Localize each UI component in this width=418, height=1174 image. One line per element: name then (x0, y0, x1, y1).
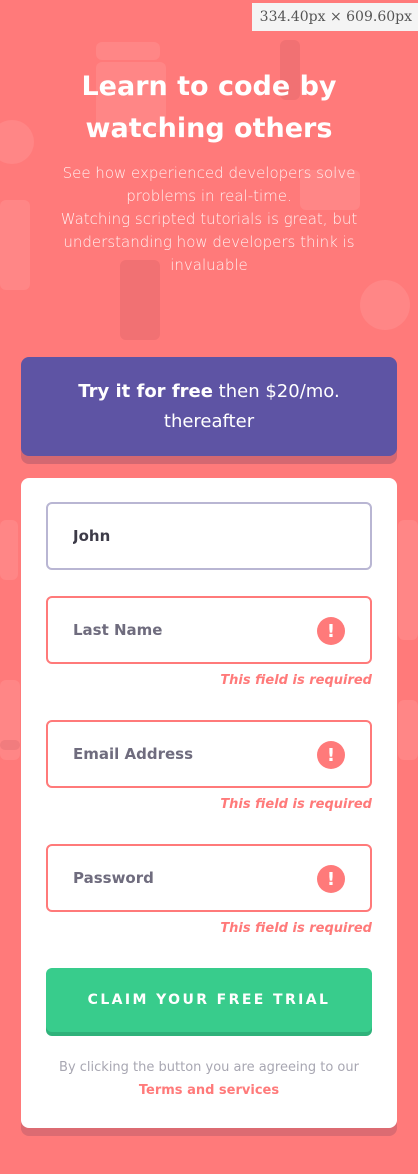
promo-bold-text: Try it for free (78, 380, 213, 402)
error-icon: ! (317, 865, 345, 893)
hero-section: Learn to code by watching others See how… (0, 66, 418, 277)
last-name-error: This field is required (220, 673, 372, 688)
terms-prefix: By clicking the button you are agreeing … (59, 1060, 359, 1075)
hero-title: Learn to code by watching others (81, 71, 337, 144)
email-input[interactable] (48, 722, 313, 786)
email-field: ! (46, 720, 372, 788)
promo-text: Try it for free then $20/mo. thereafter (51, 377, 367, 437)
password-input[interactable] (48, 846, 313, 910)
last-name-field: ! (46, 596, 372, 664)
terms-notice: By clicking the button you are agreeing … (46, 1056, 372, 1102)
error-icon: ! (317, 741, 345, 769)
first-name-input[interactable] (48, 504, 313, 568)
hero-description: See how experienced developers solve pro… (29, 162, 389, 277)
promo-banner: Try it for free then $20/mo. thereafter (21, 357, 397, 456)
first-name-field (46, 502, 372, 570)
hero-description-line1: See how experienced developers solve pro… (62, 164, 356, 205)
claim-free-trial-button[interactable]: CLAIM YOUR FREE TRIAL (46, 968, 372, 1032)
password-field: ! (46, 844, 372, 912)
terms-link[interactable]: Terms and services (139, 1083, 279, 1098)
password-error: This field is required (220, 921, 372, 936)
last-name-input[interactable] (48, 598, 313, 662)
hero-description-line2: Watching scripted tutorials is great, bu… (60, 210, 358, 274)
email-error: This field is required (220, 797, 372, 812)
dimension-badge: 334.40px × 609.60px (251, 3, 418, 31)
signup-form: ! This field is required ! This field is… (21, 478, 397, 1128)
error-icon: ! (317, 617, 345, 645)
